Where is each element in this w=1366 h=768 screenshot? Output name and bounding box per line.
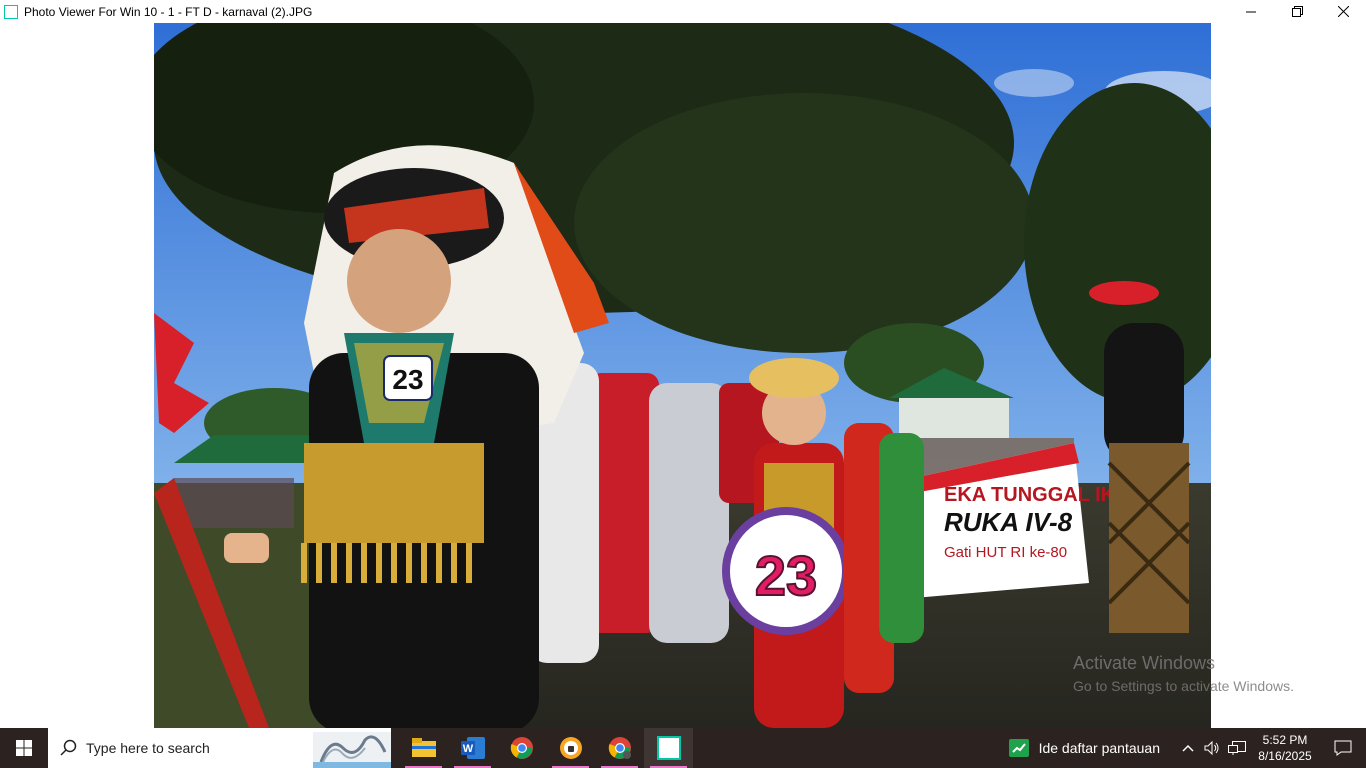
photo-viewer-app-icon [4,4,18,19]
taskbar-word[interactable]: W [448,728,497,768]
speaker-icon [1204,740,1219,756]
search-highlight-illustration [313,732,391,768]
close-button[interactable] [1320,0,1366,23]
minimize-button[interactable] [1228,0,1274,23]
window-controls [1228,0,1366,23]
taskbar-pinned-apps: W [399,728,693,768]
vpn-icon [559,737,582,759]
chrome-profile-icon [608,737,631,759]
restore-button[interactable] [1274,0,1320,23]
banner-line1: EKA TUNGGAL IKA [944,484,1130,506]
activate-windows-title: Activate Windows [1073,653,1216,673]
file-explorer-icon [411,738,436,757]
window-title: Photo Viewer For Win 10 - 1 - FT D - kar… [24,4,313,19]
carnival-photo-illustration: EKA TUNGGAL IKA RUKA IV-8 Gati HUT RI ke… [154,23,1211,728]
windows-logo-icon [16,740,32,756]
child-number-badge: 23 [392,364,423,395]
action-center-button[interactable] [1320,728,1366,768]
system-tray: Ide daftar pantauan 5:52 PM 8/16/2025 [1008,728,1366,768]
taskbar-file-explorer[interactable] [399,728,448,768]
stock-chart-icon [1008,739,1029,757]
clock-date: 8/16/2025 [1258,749,1312,763]
chrome-icon [510,737,533,759]
taskbar-chrome[interactable] [497,728,546,768]
word-icon: W [460,737,485,759]
restore-icon [1291,6,1303,17]
close-icon [1337,6,1349,17]
title-bar: Photo Viewer For Win 10 - 1 - FT D - kar… [0,0,1366,23]
svg-text:W: W [462,743,473,755]
banner-line3: Gati HUT RI ke-80 [944,544,1067,561]
banner-line2: RUKA IV-8 [944,507,1073,537]
clock-time: 5:52 PM [1262,733,1308,747]
network-button[interactable] [1224,728,1250,768]
notification-icon [1334,740,1352,756]
clock[interactable]: 5:52 PM 8/16/2025 [1250,728,1320,768]
search-icon [60,739,77,756]
activate-windows-subtitle: Go to Settings to activate Windows. [1073,678,1294,694]
taskbar-chrome-profile[interactable] [595,728,644,768]
start-button[interactable] [0,728,48,768]
network-icon [1228,741,1246,755]
minimize-icon [1246,11,1256,12]
show-hidden-icons-button[interactable] [1176,728,1200,768]
carnival-photo[interactable]: EKA TUNGGAL IKA RUKA IV-8 Gati HUT RI ke… [154,23,1211,728]
taskbar-search-box[interactable]: Type here to search [48,728,391,768]
activate-windows-watermark: Activate Windows Go to Settings to activ… [1073,653,1294,694]
sign-number: 23 [755,544,817,607]
search-placeholder: Type here to search [86,740,210,756]
taskbar-vpn[interactable] [546,728,595,768]
volume-button[interactable] [1200,728,1224,768]
taskbar: Type here to search W Ide daftar pantaua… [0,728,1366,768]
notification-watchlist[interactable]: Ide daftar pantauan [1008,728,1176,768]
watchlist-label: Ide daftar pantauan [1038,740,1160,756]
chevron-up-icon [1182,744,1194,752]
photo-viewer-icon [656,736,681,760]
image-viewer-area[interactable]: EKA TUNGGAL IKA RUKA IV-8 Gati HUT RI ke… [0,23,1366,728]
taskbar-photo-viewer[interactable] [644,728,693,768]
